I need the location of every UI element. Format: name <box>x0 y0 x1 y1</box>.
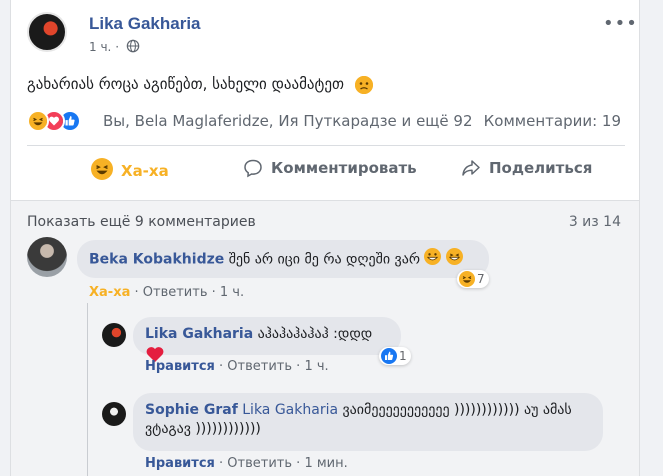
share-icon <box>462 160 480 176</box>
comment-icon <box>244 159 262 178</box>
comments-pager: 3 из 14 <box>568 214 621 230</box>
post-card: Lika Gakharia 1 ч. · ••• გახარიას როცა ა… <box>10 0 640 476</box>
haha-action-button[interactable]: Ха-ха <box>91 158 169 184</box>
show-more-comments-link[interactable]: Показать ещё 9 комментариев <box>27 214 256 230</box>
comment-time[interactable]: 1 мин. <box>304 456 347 471</box>
like-icon <box>381 348 397 364</box>
sad-icon <box>354 75 373 94</box>
haha-icon <box>91 158 113 184</box>
more-options-button[interactable]: ••• <box>603 13 638 34</box>
reply-link[interactable]: Ответить <box>227 456 292 471</box>
comment-author[interactable]: Sophie Graf <box>145 402 238 418</box>
like-link[interactable]: Нравится <box>145 456 215 471</box>
comment-action-button[interactable]: Комментировать <box>243 158 417 178</box>
comment-bubble: Sophie Graf Lika Gakharia ვაიმეეეეეეეეეე… <box>133 393 603 451</box>
grin-icon <box>424 248 442 271</box>
share-action-label: Поделиться <box>489 159 593 177</box>
comment-bubble: Beka Kobakhidze შენ არ იცი მე რა დღეში ვ… <box>77 240 489 278</box>
meta-separator: · <box>134 285 143 300</box>
badge-count: 1 <box>399 349 407 363</box>
globe-icon <box>126 39 140 53</box>
comment-action-label: Комментировать <box>271 159 417 177</box>
post-author[interactable]: Lika Gakharia <box>89 14 201 34</box>
comment-author[interactable]: Beka Kobakhidze <box>89 252 224 268</box>
comment-meta: Нравится · Ответить · 1 мин. <box>145 456 348 471</box>
author-avatar[interactable] <box>27 12 67 52</box>
comment-mention[interactable]: Lika Gakharia <box>242 402 338 418</box>
post-body: გახარიას როცა აგიწებთ, სახელი დაამატეთ <box>27 75 344 93</box>
like-link[interactable]: Нравится <box>145 359 215 374</box>
comment-author[interactable]: Lika Gakharia <box>145 326 253 342</box>
comment-meta: Нравится · Ответить · 1 ч. <box>145 359 329 374</box>
commenter-avatar[interactable] <box>102 402 126 426</box>
grin-icon <box>445 248 463 271</box>
divider <box>27 145 625 146</box>
thread-line <box>87 303 88 476</box>
share-action-button[interactable]: Поделиться <box>461 158 592 178</box>
comment-text: აჰაჰაჰაჰაჰ :დდდ <box>257 326 373 342</box>
reaction-icons[interactable] <box>27 110 97 134</box>
haha-icon <box>459 271 475 287</box>
meta-separator: · <box>211 285 220 300</box>
comment-text-continued: ვტაგავ )))))))))))) <box>145 421 261 437</box>
post-text: გახარიას როცა აგიწებთ, სახელი დაამატეთ <box>27 75 373 94</box>
haha-link[interactable]: Ха-ха <box>89 285 130 300</box>
commenter-avatar[interactable] <box>102 323 126 347</box>
comment-time[interactable]: 1 ч. <box>220 285 244 300</box>
reply-link[interactable]: Ответить <box>143 285 208 300</box>
comment-meta: Ха-ха · Ответить · 1 ч. <box>89 285 244 300</box>
comment-time[interactable]: 1 ч. <box>304 359 328 374</box>
haha-action-label: Ха-ха <box>121 162 169 180</box>
post-time-label[interactable]: 1 ч. <box>89 40 111 54</box>
comments-count[interactable]: Комментарии: 19 <box>484 112 621 130</box>
comment-text: შენ არ იცი მე რა დღეში ვარ <box>228 251 420 268</box>
comment-reaction-badge[interactable]: 7 <box>457 270 489 288</box>
haha-icon <box>27 110 49 132</box>
comment-reaction-badge[interactable]: 1 <box>379 347 411 365</box>
time-separator: · <box>115 40 120 54</box>
badge-count: 7 <box>477 272 485 286</box>
comment-text: ვაიმეეეეეეეეეეე )))))))))))) აუ ამას <box>342 402 572 418</box>
comment-bubble: Lika Gakharia აჰაჰაჰაჰაჰ :დდდ <box>133 317 401 362</box>
commenter-avatar[interactable] <box>27 237 67 277</box>
reply-link[interactable]: Ответить <box>227 359 292 374</box>
post-time[interactable]: 1 ч. · <box>89 40 119 54</box>
reactions-summary[interactable]: Вы, Bela Maglaferidze, Ия Путкарадзе и е… <box>103 112 473 130</box>
